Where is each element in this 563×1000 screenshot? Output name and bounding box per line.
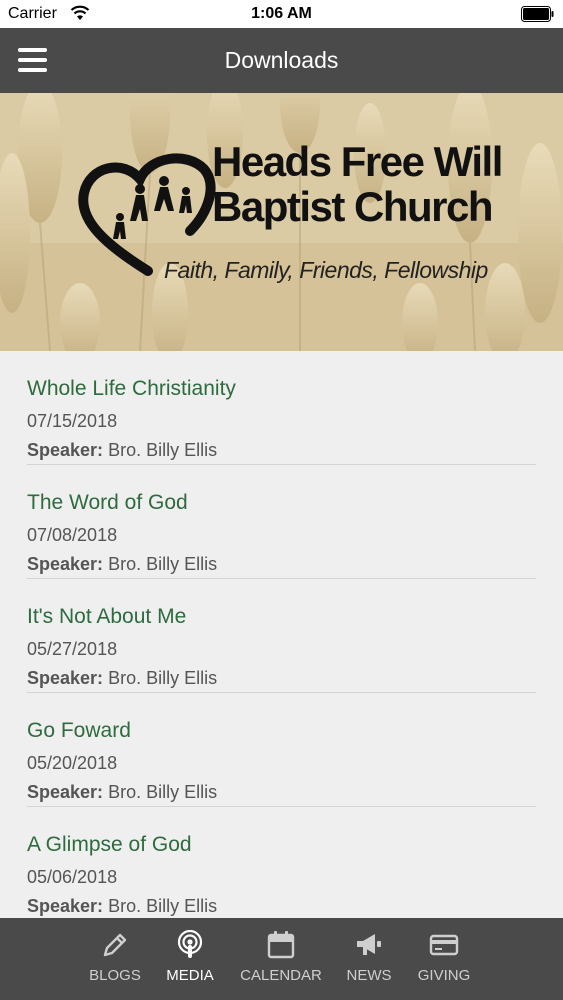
- speaker-name: Bro. Billy Ellis: [108, 440, 218, 460]
- speaker-name: Bro. Billy Ellis: [108, 896, 218, 916]
- tab-label: CALENDAR: [240, 967, 322, 984]
- megaphone-icon: [357, 934, 381, 955]
- sermon-title: Go Foward: [27, 719, 131, 742]
- sermon-title: Whole Life Christianity: [27, 377, 236, 400]
- list-item[interactable]: Go Foward 05/20/2018 Speaker: Bro. Billy…: [0, 693, 563, 807]
- pencil-icon: [103, 933, 127, 957]
- sermon-title: A Glimpse of God: [27, 833, 192, 856]
- list-item[interactable]: A Glimpse of God 05/06/2018 Speaker: Bro…: [0, 807, 563, 918]
- tab-bar: BLOGS MEDIA CALENDAR NEWS GIVING: [0, 918, 563, 1000]
- tab-label: MEDIA: [166, 967, 214, 984]
- speaker-name: Bro. Billy Ellis: [108, 782, 218, 802]
- church-banner: Heads Free Will Baptist Church Faith, Fa…: [0, 93, 563, 351]
- tab-label: GIVING: [417, 967, 471, 984]
- podcast-icon: [177, 930, 203, 958]
- sermon-list: Whole Life Christianity 07/15/2018 Speak…: [0, 351, 563, 918]
- list-item[interactable]: The Word of God 07/08/2018 Speaker: Bro.…: [0, 465, 563, 579]
- status-time: 1:06 AM: [251, 5, 312, 22]
- calendar-icon: [267, 931, 295, 959]
- sermon-speaker: Speaker: Bro. Billy Ellis: [27, 440, 217, 461]
- sermon-date: 05/20/2018: [27, 753, 118, 773]
- church-tagline: Faith, Family, Friends, Fellowship: [164, 257, 488, 283]
- list-item[interactable]: Whole Life Christianity 07/15/2018 Speak…: [0, 351, 563, 465]
- credit-card-icon: [429, 934, 459, 956]
- sermon-title: It's Not About Me: [27, 605, 187, 628]
- page-title: Downloads: [224, 47, 339, 73]
- tab-calendar[interactable]: CALENDAR: [231, 918, 331, 1000]
- sermon-date: 05/06/2018: [27, 867, 118, 887]
- speaker-label: Speaker:: [27, 896, 104, 916]
- battery-icon: [521, 6, 554, 22]
- status-bar: Carrier 1:06 AM: [0, 0, 563, 28]
- tab-media[interactable]: MEDIA: [140, 918, 240, 1000]
- sermon-speaker: Speaker: Bro. Billy Ellis: [27, 896, 217, 917]
- sermon-date: 05/27/2018: [27, 639, 118, 659]
- speaker-name: Bro. Billy Ellis: [108, 554, 218, 574]
- speaker-label: Speaker:: [27, 554, 104, 574]
- sermon-speaker: Speaker: Bro. Billy Ellis: [27, 554, 217, 575]
- sermon-date: 07/15/2018: [27, 411, 118, 431]
- sermon-date: 07/08/2018: [27, 525, 118, 545]
- speaker-label: Speaker:: [27, 668, 104, 688]
- speaker-label: Speaker:: [27, 782, 104, 802]
- speaker-label: Speaker:: [27, 440, 104, 460]
- church-name-line-2: Baptist Church: [212, 183, 494, 230]
- sermon-speaker: Speaker: Bro. Billy Ellis: [27, 782, 217, 803]
- sermon-title: The Word of God: [27, 491, 188, 514]
- list-item[interactable]: It's Not About Me 05/27/2018 Speaker: Br…: [0, 579, 563, 693]
- tab-giving[interactable]: GIVING: [394, 918, 494, 1000]
- sermon-speaker: Speaker: Bro. Billy Ellis: [27, 668, 217, 689]
- navigation-bar: Downloads: [0, 28, 563, 93]
- speaker-name: Bro. Billy Ellis: [108, 668, 218, 688]
- church-name-line-1: Heads Free Will: [212, 138, 503, 185]
